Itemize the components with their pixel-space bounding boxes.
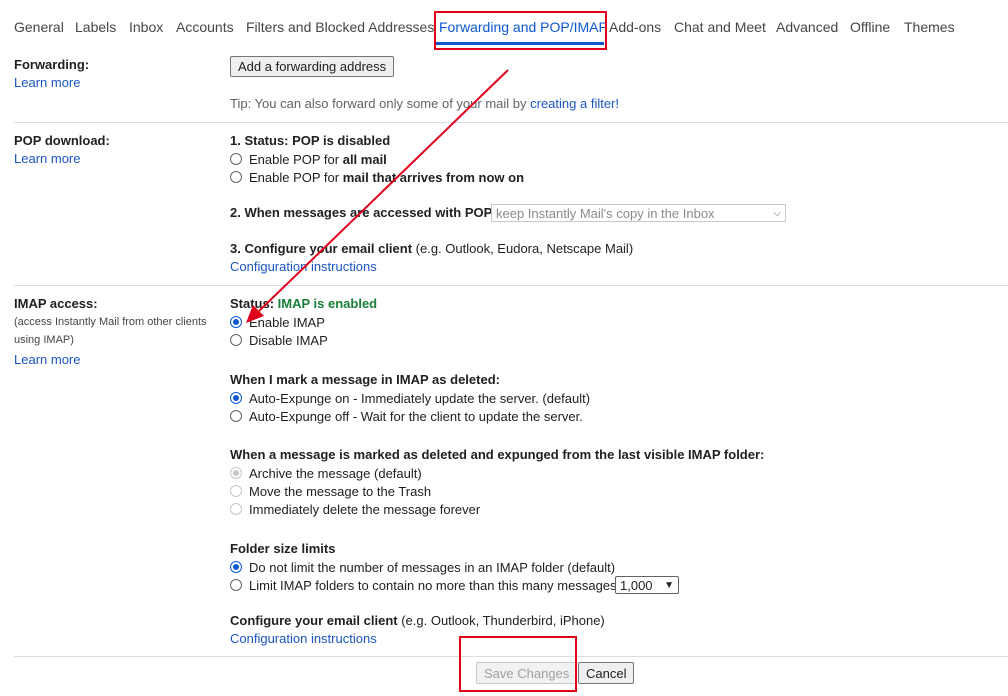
pop-opt2-text: Enable POP for xyxy=(249,169,340,185)
tab-chat-meet[interactable]: Chat and Meet xyxy=(674,19,766,35)
imap-status: Status: IMAP is enabled xyxy=(230,296,377,311)
tip-text: Tip: You can also forward only some of y… xyxy=(230,96,531,111)
pop-configure-client: 3. Configure your email client (e.g. Out… xyxy=(230,241,633,256)
auto-expunge-on-label: Auto-Expunge on - Immediately update the… xyxy=(249,390,591,406)
pop-opt1-bold: all mail xyxy=(342,151,387,167)
tab-general[interactable]: General xyxy=(14,19,64,35)
save-changes-button[interactable]: Save Changes xyxy=(476,662,578,684)
imap-configure-rest: (e.g. Outlook, Thunderbird, iPhone) xyxy=(397,613,605,628)
pop-action-value: keep Instantly Mail's copy in the Inbox xyxy=(496,205,715,221)
pop-config-instructions-link[interactable]: Configuration instructions xyxy=(230,259,377,274)
auto-expunge-off-radio[interactable] xyxy=(230,410,242,422)
tab-accounts[interactable]: Accounts xyxy=(176,19,234,35)
archive-radio[interactable] xyxy=(230,467,242,479)
imap-expunged-heading: When a message is marked as deleted and … xyxy=(230,447,765,462)
imap-learn-more-link[interactable]: Learn more xyxy=(14,352,80,367)
trash-radio[interactable] xyxy=(230,485,242,497)
tab-add-ons[interactable]: Add-ons xyxy=(609,19,661,35)
auto-expunge-off-label: Auto-Expunge off - Wait for the client t… xyxy=(249,408,583,424)
tab-advanced[interactable]: Advanced xyxy=(776,19,838,35)
cancel-button[interactable]: Cancel xyxy=(578,662,635,684)
pop-configure-rest: (e.g. Outlook, Eudora, Netscape Mail) xyxy=(412,241,634,256)
forwarding-tip: Tip: You can also forward only some of y… xyxy=(230,96,619,111)
pop-action-select[interactable]: keep Instantly Mail's copy in the Inbox ⌵ xyxy=(491,204,786,222)
pop-all-mail-radio[interactable] xyxy=(230,153,242,165)
delete-forever-radio[interactable] xyxy=(230,503,242,515)
folder-limit-select[interactable]: 1,000 ▼ xyxy=(615,576,679,594)
imap-note: (access Instantly Mail from other client… xyxy=(14,316,207,346)
enable-imap-label: Enable IMAP xyxy=(249,314,325,330)
section-divider xyxy=(14,285,1008,286)
imap-configure-client: Configure your email client (e.g. Outloo… xyxy=(230,613,605,628)
pop-status-prefix: 1. Status: xyxy=(230,133,293,148)
disable-imap-option[interactable]: Disable IMAP xyxy=(230,331,328,349)
delete-forever-label: Immediately delete the message forever xyxy=(249,501,481,517)
pop-download-label: POP download: xyxy=(14,133,110,148)
tab-offline[interactable]: Offline xyxy=(850,19,890,35)
auto-expunge-on-radio[interactable] xyxy=(230,392,242,404)
pop-status-value: POP is disabled xyxy=(292,133,391,148)
limit-label: Limit IMAP folders to contain no more th… xyxy=(249,577,617,593)
section-divider xyxy=(14,656,1008,657)
pop-learn-more-link[interactable]: Learn more xyxy=(14,151,80,166)
pop-opt1-text: Enable POP for xyxy=(249,151,340,167)
pop-opt2-bold: mail that arrives from now on xyxy=(342,169,525,185)
chevron-down-icon: ⌵ xyxy=(773,207,781,219)
limit-radio[interactable] xyxy=(230,579,242,591)
no-limit-label: Do not limit the number of messages in a… xyxy=(249,559,616,575)
archive-option[interactable]: Archive the message (default) xyxy=(230,464,422,482)
pop-from-now-option[interactable]: Enable POP for mail that arrives from no… xyxy=(230,168,524,186)
imap-configure-bold: Configure your email client xyxy=(230,613,398,628)
disable-imap-radio[interactable] xyxy=(230,334,242,346)
trash-option[interactable]: Move the message to the Trash xyxy=(230,482,431,500)
tab-inbox[interactable]: Inbox xyxy=(129,19,163,35)
tab-filters[interactable]: Filters and Blocked Addresses xyxy=(246,19,434,35)
settings-tabs: General Labels Inbox Accounts Filters an… xyxy=(0,0,1008,48)
pop-all-mail-option[interactable]: Enable POP for all mail xyxy=(230,150,387,168)
limit-option[interactable]: Limit IMAP folders to contain no more th… xyxy=(230,576,617,594)
pop-configure-bold: 3. Configure your email client xyxy=(230,241,413,256)
forwarding-learn-more-link[interactable]: Learn more xyxy=(14,75,80,90)
auto-expunge-on-option[interactable]: Auto-Expunge on - Immediately update the… xyxy=(230,389,590,407)
imap-config-instructions-link[interactable]: Configuration instructions xyxy=(230,631,377,646)
delete-forever-option[interactable]: Immediately delete the message forever xyxy=(230,500,480,518)
folder-limit-value: 1,000 xyxy=(620,577,653,593)
pop-when-accessed-label: 2. When messages are accessed with POP xyxy=(230,205,493,220)
imap-access-label: IMAP access: xyxy=(14,296,98,311)
imap-status-value: IMAP is enabled xyxy=(277,296,378,311)
no-limit-radio[interactable] xyxy=(230,561,242,573)
enable-imap-radio[interactable] xyxy=(230,316,242,328)
tab-forwarding-pop-imap[interactable]: Forwarding and POP/IMAP xyxy=(439,19,608,35)
disable-imap-label: Disable IMAP xyxy=(249,332,328,348)
forwarding-label: Forwarding: xyxy=(14,57,90,72)
no-limit-option[interactable]: Do not limit the number of messages in a… xyxy=(230,558,615,576)
tab-labels[interactable]: Labels xyxy=(75,19,116,35)
archive-label: Archive the message (default) xyxy=(249,465,422,481)
pop-from-now-radio[interactable] xyxy=(230,171,242,183)
add-forwarding-address-button[interactable]: Add a forwarding address xyxy=(230,56,395,77)
imap-deleted-heading: When I mark a message in IMAP as deleted… xyxy=(230,372,500,387)
pop-status: 1. Status: POP is disabled xyxy=(230,133,390,148)
auto-expunge-off-option[interactable]: Auto-Expunge off - Wait for the client t… xyxy=(230,407,583,425)
section-divider xyxy=(14,122,1008,123)
chevron-down-icon: ▼ xyxy=(664,579,674,591)
folder-size-heading: Folder size limits xyxy=(230,541,336,556)
trash-label: Move the message to the Trash xyxy=(249,483,432,499)
creating-filter-link[interactable]: creating a filter! xyxy=(530,96,619,111)
imap-status-prefix: Status: xyxy=(230,296,278,311)
enable-imap-option[interactable]: Enable IMAP xyxy=(230,313,325,331)
active-tab-indicator xyxy=(434,42,604,45)
tab-themes[interactable]: Themes xyxy=(904,19,955,35)
